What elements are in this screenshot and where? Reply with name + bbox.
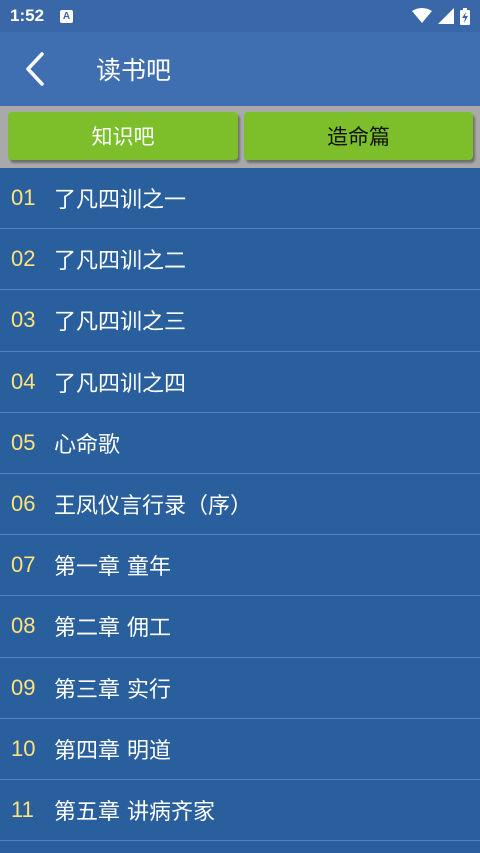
list-item[interactable]: 11 第五章 讲病齐家 (0, 780, 480, 842)
item-title: 了凡四训之二 (54, 249, 187, 275)
item-number: 08 (11, 613, 36, 639)
item-title: 心命歌 (54, 432, 121, 458)
status-bar: 1:52 A (0, 0, 480, 32)
back-button[interactable] (0, 32, 70, 106)
item-title: 第四章 明道 (54, 738, 171, 764)
chapter-list: 01 了凡四训之一 02 了凡四训之二 03 了凡四训之三 04 了凡四训之四 … (0, 168, 480, 853)
item-title: 第二章 佣工 (54, 616, 171, 642)
battery-icon (460, 7, 470, 25)
tab-knowledge[interactable]: 知识吧 (8, 112, 238, 160)
item-number: 07 (11, 552, 36, 578)
list-item[interactable]: 04 了凡四训之四 (0, 352, 480, 413)
page-title: 读书吧 (96, 56, 172, 85)
list-item[interactable]: 08 第二章 佣工 (0, 596, 480, 658)
notification-a-icon: A (60, 9, 74, 23)
item-number: 02 (11, 246, 36, 272)
item-title: 了凡四训之一 (54, 188, 187, 214)
item-number: 11 (11, 796, 34, 822)
cellular-signal-icon (438, 8, 454, 24)
item-title: 第三章 实行 (54, 677, 171, 703)
list-item[interactable]: 01 了凡四训之一 (0, 168, 480, 230)
tab-strip: 知识吧 造命篇 (0, 106, 480, 168)
item-title: 第五章 讲病齐家 (54, 799, 215, 825)
item-title: 了凡四训之四 (54, 371, 187, 397)
item-number: 10 (11, 735, 36, 761)
item-number: 01 (11, 185, 36, 211)
list-item[interactable]: 10 第四章 明道 (0, 719, 480, 780)
item-number: 09 (11, 674, 36, 700)
list-item[interactable]: 07 第一章 童年 (0, 535, 480, 597)
status-icons (412, 7, 470, 25)
app-bar: 读书吧 (0, 32, 480, 106)
item-number: 05 (11, 429, 36, 455)
wifi-icon (412, 8, 432, 23)
tab-destiny[interactable]: 造命篇 (244, 112, 473, 160)
list-item[interactable]: 03 了凡四训之三 (0, 290, 480, 352)
list-item[interactable]: 09 第三章 实行 (0, 658, 480, 719)
back-arrow-icon (26, 52, 44, 86)
item-number: 03 (11, 307, 36, 333)
status-time: 1:52 (10, 6, 45, 25)
list-item[interactable]: 06 王凤仪言行录（序） (0, 474, 480, 536)
item-title: 王凤仪言行录（序） (54, 494, 253, 520)
item-title: 了凡四训之三 (54, 310, 187, 336)
item-title: 第一章 童年 (54, 555, 171, 581)
item-number: 04 (11, 368, 36, 394)
item-number: 06 (11, 491, 36, 517)
list-item[interactable]: 05 心命歌 (0, 413, 480, 474)
list-item[interactable]: 02 了凡四训之二 (0, 229, 480, 291)
